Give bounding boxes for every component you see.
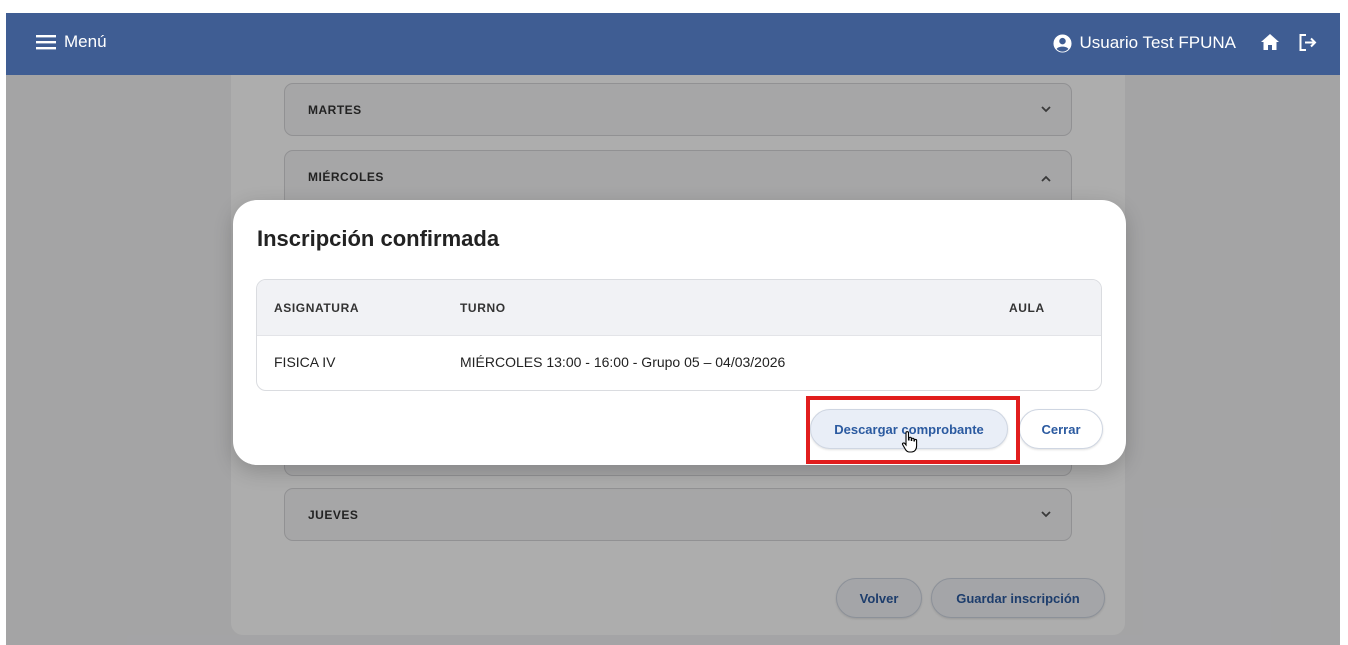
user-account[interactable]: Usuario Test FPUNA xyxy=(1053,33,1236,53)
hamburger-icon xyxy=(36,35,56,50)
column-header-room: AULA xyxy=(1009,301,1045,315)
menu-label: Menú xyxy=(64,32,107,51)
cell-subject: FISICA IV xyxy=(274,354,336,370)
enrollment-table: ASIGNATURA TURNO AULA FISICA IV MIÉRCOLE… xyxy=(256,279,1102,391)
close-button[interactable]: Cerrar xyxy=(1019,409,1103,449)
column-header-subject: ASIGNATURA xyxy=(274,301,360,315)
download-receipt-button[interactable]: Descargar comprobante xyxy=(810,409,1008,449)
home-button[interactable] xyxy=(1260,33,1280,56)
table-header: ASIGNATURA TURNO AULA xyxy=(257,280,1101,336)
cell-shift: MIÉRCOLES 13:00 - 16:00 - Grupo 05 – 04/… xyxy=(460,354,786,370)
logout-icon xyxy=(1299,34,1317,51)
home-icon xyxy=(1261,34,1279,50)
app-window: Menú Usuario Test FPUNA MARTES MIÉRCOLES… xyxy=(6,13,1340,645)
menu-button[interactable]: Menú xyxy=(36,32,107,52)
user-name: Usuario Test FPUNA xyxy=(1079,33,1236,52)
user-circle-icon xyxy=(1053,33,1073,53)
column-header-shift: TURNO xyxy=(460,301,506,315)
confirmation-dialog: Inscripción confirmada ASIGNATURA TURNO … xyxy=(233,200,1126,465)
dialog-title: Inscripción confirmada xyxy=(257,226,500,251)
top-navigation-bar: Menú Usuario Test FPUNA xyxy=(6,13,1340,75)
logout-button[interactable] xyxy=(1298,33,1318,57)
